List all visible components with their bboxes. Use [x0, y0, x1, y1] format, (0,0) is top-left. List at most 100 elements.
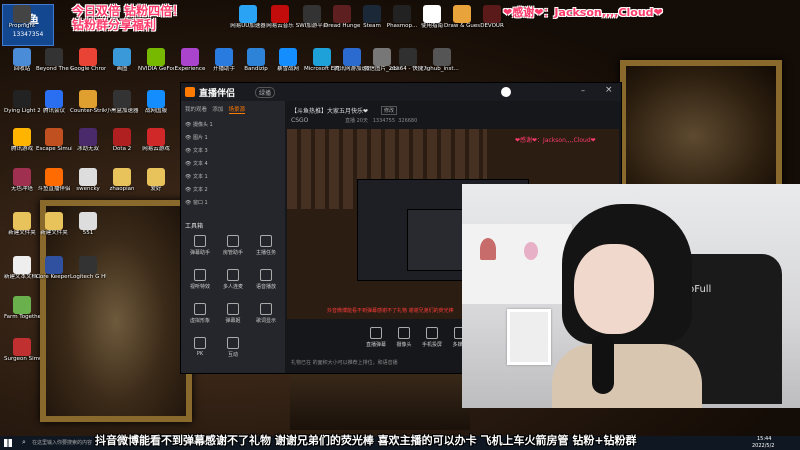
desktop-icon[interactable]: Escape Simulator — [36, 128, 72, 152]
tool-button[interactable]: 弹幕助手 — [185, 235, 215, 256]
eye-icon[interactable]: 👁 — [185, 200, 193, 206]
desktop-icon[interactable]: 爱好 — [138, 168, 174, 192]
tool-button[interactable]: 多人连麦 — [218, 269, 248, 290]
desktop-icon[interactable]: 斗鱼直播伴侣 — [36, 168, 72, 192]
bottom-toolbar-button[interactable]: 直播弹幕 — [361, 327, 391, 348]
tool-icon — [194, 337, 206, 349]
desktop-icon[interactable]: 无色冲塔 — [4, 168, 40, 192]
bottom-tip: 礼物已在 的面积大小可以推荐上排位，和语音播 — [291, 360, 398, 366]
tool-button[interactable]: 互动 — [218, 337, 248, 358]
taskbar-clock-date[interactable]: 2022/5/2 — [752, 443, 774, 449]
desktop-icon[interactable]: Core Keeper 测试 — [36, 256, 72, 280]
desktop-icon[interactable]: 新建文件夹 — [4, 212, 40, 236]
category-label[interactable]: CSGO — [291, 117, 308, 124]
tool-button[interactable]: 主播任务 — [251, 235, 281, 256]
bottom-toolbar-button[interactable]: 摄像头 — [389, 327, 419, 348]
eye-icon[interactable]: 👁 — [185, 135, 193, 141]
room-title-edit-button[interactable]: 修改 — [381, 106, 398, 115]
eye-icon[interactable]: 👁 — [185, 161, 193, 167]
desktop-icon[interactable]: 腾讯会议 — [36, 90, 72, 114]
desktop-icon[interactable]: swencky — [70, 168, 106, 192]
desktop-icon[interactable]: Propnight — [4, 5, 40, 29]
taskbar-search-input[interactable]: 在这里输入你要搜索的内容 — [32, 439, 92, 446]
app-icon — [373, 48, 391, 66]
desktop-icon-label: Experience — [174, 66, 206, 72]
tool-button[interactable]: 歌词显示 — [251, 303, 281, 324]
tool-icon — [227, 235, 239, 247]
tool-button[interactable]: 视听特效 — [185, 269, 215, 290]
desktop-icon[interactable]: 冰劫无双 — [70, 128, 106, 152]
desktop-icon[interactable]: ighub_inst... — [424, 48, 460, 72]
scene-source-item[interactable]: 👁 文本 1 — [185, 173, 208, 180]
desktop-icon-label: 551 — [82, 230, 94, 236]
desktop-icon[interactable]: 新建文本文档 (3) — [4, 256, 40, 280]
eye-icon[interactable]: 👁 — [185, 187, 193, 193]
desktop-icon[interactable]: zhaopian — [104, 168, 140, 192]
desktop-icon[interactable]: obs64 - 快捷方式 — [390, 48, 426, 72]
desktop-icon[interactable]: 画图 — [104, 48, 140, 72]
desktop-icon[interactable]: 开播助手 — [206, 48, 242, 72]
tool-icon — [260, 235, 272, 247]
desktop-icon[interactable]: 小黑盒加速器 — [104, 90, 140, 114]
desktop-icon[interactable]: 网易UU加速器 — [230, 5, 266, 29]
scene-source-item[interactable]: 👁 窗口 1 — [185, 199, 208, 206]
desktop-icon[interactable]: Dying Light 2 — [4, 90, 40, 114]
webcam-feed: ooFull — [462, 184, 800, 408]
tool-button[interactable]: 虚拟形象 — [185, 303, 215, 324]
tool-button[interactable]: PK — [185, 337, 215, 357]
desktop-icon[interactable]: 网易云音乐 — [262, 5, 298, 29]
app-icon — [79, 128, 97, 146]
scene-source-item[interactable]: 👁 图片 1 — [185, 134, 208, 141]
tab-add[interactable]: 添加 — [212, 107, 223, 113]
desktop-icon[interactable]: NVIDIA GeForce — [138, 48, 174, 72]
desktop-icon[interactable]: Google Chrome — [70, 48, 106, 72]
tab-my-viewing[interactable]: 我的观看 — [185, 107, 207, 113]
tool-button[interactable]: 弹幕姬 — [218, 303, 248, 324]
desktop-icon[interactable]: Counter-Strike: Global Off... — [70, 90, 106, 114]
tool-button[interactable]: 语音播放 — [251, 269, 281, 290]
eye-icon[interactable]: 👁 — [185, 122, 193, 128]
close-icon[interactable]: × — [605, 85, 613, 95]
desktop-icon-label: zhaopian — [109, 186, 135, 192]
desktop-icon[interactable]: 战网国服 — [138, 90, 174, 114]
desktop-icon-label: 网易云游戏 — [142, 146, 170, 152]
desktop-icon[interactable]: 腾讯游戏 — [4, 128, 40, 152]
desktop-icon[interactable]: 新建文件夹 — [36, 212, 72, 236]
bottom-toolbar-button[interactable]: 手机投屏 — [417, 327, 447, 348]
desktop-icon-label: obs64 - 快捷方式 — [390, 66, 426, 72]
desktop-icon[interactable]: Logitech G HUB — [70, 256, 106, 280]
taskbar-clock-time[interactable]: 15:44 — [757, 436, 771, 442]
scene-source-item[interactable]: 👁 文本 2 — [185, 186, 208, 193]
windows-start-icon[interactable] — [4, 439, 12, 447]
scene-source-item[interactable]: 👁 文本 3 — [185, 147, 208, 154]
app-icon — [45, 168, 63, 186]
desktop-icon[interactable]: 回收站 — [4, 48, 40, 72]
desktop-icon[interactable]: 网易云游戏 — [138, 128, 174, 152]
tab-scene-source[interactable]: 场景源 — [228, 107, 246, 114]
desktop-icon[interactable]: Beyond The Wire Sou... — [36, 48, 72, 72]
user-avatar[interactable] — [501, 87, 511, 97]
search-icon[interactable]: ⌕ — [22, 438, 26, 447]
desktop-icon-label: Core Keeper 测试 — [36, 274, 72, 280]
desktop-icon[interactable]: Experience — [172, 48, 208, 72]
tool-label: 弹幕助手 — [189, 250, 210, 256]
minimize-icon[interactable]: – — [581, 86, 585, 95]
tool-label: 弹幕姬 — [225, 318, 241, 324]
scene-source-item[interactable]: 👁 摄像头 1 — [185, 121, 213, 128]
eye-icon[interactable]: 👁 — [185, 174, 193, 180]
desktop-icon[interactable]: DEVOUR — [474, 5, 510, 29]
desktop-icon[interactable]: Surgeon Simulator — [4, 338, 40, 362]
scene-source-item[interactable]: 👁 文本 4 — [185, 160, 208, 167]
toolbar-label: 手机投屏 — [421, 342, 442, 348]
desktop-icon[interactable]: Farm Together — [4, 296, 40, 320]
desktop-icon[interactable]: Bandizip — [238, 48, 274, 72]
desktop-icon[interactable]: Dota 2 — [104, 128, 140, 152]
tool-button[interactable]: 房管助手 — [218, 235, 248, 256]
desktop-icon[interactable]: 暴雪战网 — [270, 48, 306, 72]
desktop-icon-label: Propnight — [8, 23, 36, 29]
eye-icon[interactable]: 👁 — [185, 148, 193, 154]
desktop-icon-label: swencky — [76, 186, 100, 192]
app-mode-tab[interactable]: 绿播 — [255, 87, 276, 98]
desktop-icon[interactable]: 551 — [70, 212, 106, 236]
app-icon — [247, 48, 265, 66]
